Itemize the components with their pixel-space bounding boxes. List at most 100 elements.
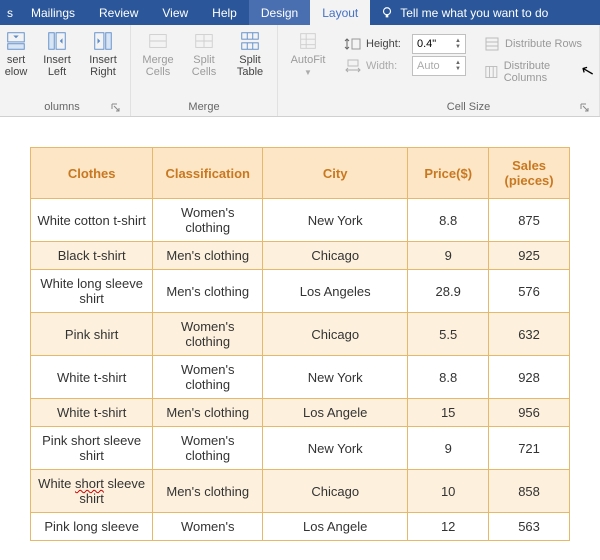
table-cell[interactable]: 632 [489,313,570,356]
tab-review[interactable]: Review [87,0,150,25]
table-cell[interactable]: 563 [489,513,570,541]
table-cell[interactable]: Women's [153,513,263,541]
table-row[interactable]: White short sleeve shirtMen's clothingCh… [31,470,570,513]
table-cell[interactable]: 956 [489,399,570,427]
table-cell[interactable]: 28.9 [408,270,489,313]
table-cell[interactable]: Chicago [263,470,408,513]
table-row[interactable]: White cotton t-shirtWomen's clothingNew … [31,199,570,242]
group-merge: MergeCells SplitCells SplitTable Merge [131,25,278,116]
document-area: Clothes Classification City Price($) Sal… [0,117,600,541]
table-cell[interactable]: Men's clothing [153,270,263,313]
table-cell[interactable]: New York [263,199,408,242]
table-cell[interactable]: Men's clothing [153,399,263,427]
table-cell[interactable]: 576 [489,270,570,313]
tell-me-label: Tell me what you want to do [400,6,548,20]
table-cell[interactable]: 858 [489,470,570,513]
table-cell[interactable]: Chicago [263,313,408,356]
distribute-rows-button[interactable]: Distribute Rows [480,34,593,54]
table-cell[interactable]: New York [263,427,408,470]
table-cell[interactable]: Black t-shirt [31,242,153,270]
table-cell[interactable]: Men's clothing [153,242,263,270]
table-cell[interactable]: 10 [408,470,489,513]
table-cell[interactable]: Pink shirt [31,313,153,356]
col-clothes[interactable]: Clothes [31,148,153,199]
table-cell[interactable]: 15 [408,399,489,427]
table-cell[interactable]: Los Angeles [263,270,408,313]
table-cell[interactable]: Pink short sleeve shirt [31,427,153,470]
tab-layout[interactable]: Layout [310,0,370,25]
distribute-columns-button[interactable]: Distribute Columns [480,58,593,86]
chevron-down-icon: ▼ [304,68,312,77]
col-city[interactable]: City [263,148,408,199]
table-cell[interactable]: New York [263,356,408,399]
table-cell[interactable]: Women's clothing [153,313,263,356]
table-cell[interactable]: White short sleeve shirt [31,470,153,513]
table-cell[interactable]: White long sleeve shirt [31,270,153,313]
table-cell[interactable]: 721 [489,427,570,470]
group-label-merge: Merge [137,99,271,116]
table-cell[interactable]: Women's clothing [153,356,263,399]
insert-right-button[interactable]: InsertRight [82,28,124,80]
table-cell[interactable]: Los Angele [263,399,408,427]
table-cell[interactable]: Pink long sleeve [31,513,153,541]
table-cell[interactable]: Los Angele [263,513,408,541]
table-cell[interactable]: Women's clothing [153,199,263,242]
table-cell[interactable]: 12 [408,513,489,541]
table-row[interactable]: White long sleeve shirtMen's clothingLos… [31,270,570,313]
table-row[interactable]: Pink shirtWomen's clothingChicago5.5632 [31,313,570,356]
height-row: Height: 0.4"▲▼ [344,34,466,54]
table-row[interactable]: Black t-shirtMen's clothingChicago9925 [31,242,570,270]
tab-mailings[interactable]: Mailings [19,0,87,25]
table-cell[interactable]: Men's clothing [153,470,263,513]
table-cell[interactable]: 9 [408,427,489,470]
tab-design[interactable]: Design [249,0,310,25]
table-row[interactable]: White t-shirtWomen's clothingNew York8.8… [31,356,570,399]
width-label: Width: [366,60,408,72]
group-cell-size: Height: 0.4"▲▼ Width: Auto▲▼ Distribute … [338,25,600,116]
split-table-button[interactable]: SplitTable [229,28,271,80]
group-rows-columns: sertelow InsertLeft InsertRight olumns [0,25,131,116]
height-icon [344,37,362,51]
width-row: Width: Auto▲▼ [344,56,466,76]
insert-left-button[interactable]: InsertLeft [36,28,78,80]
table-cell[interactable]: 875 [489,199,570,242]
table-row[interactable]: Pink short sleeve shirtWomen's clothingN… [31,427,570,470]
col-classification[interactable]: Classification [153,148,263,199]
tell-me-search[interactable]: Tell me what you want to do [370,0,558,25]
insert-below-button[interactable]: sertelow [0,28,32,80]
table-cell[interactable]: Women's clothing [153,427,263,470]
table-cell[interactable]: 925 [489,242,570,270]
insert-below-icon [5,30,27,52]
width-icon [344,59,362,73]
col-price[interactable]: Price($) [408,148,489,199]
table-cell[interactable]: 8.8 [408,199,489,242]
group-label-columns: olumns [0,99,124,116]
height-input[interactable]: 0.4"▲▼ [412,34,466,54]
dialog-launcher-icon[interactable] [579,102,591,114]
tab-partial[interactable]: s [6,0,19,25]
spinner-icon[interactable]: ▲▼ [455,60,461,72]
col-sales[interactable]: Sales (pieces) [489,148,570,199]
table-cell[interactable]: 5.5 [408,313,489,356]
group-autofit: AutoFit▼ [278,25,338,116]
dialog-launcher-icon[interactable] [110,102,122,114]
merge-cells-button: MergeCells [137,28,179,80]
distribute-columns-icon [484,64,499,80]
spinner-icon[interactable]: ▲▼ [455,38,461,50]
table-cell[interactable]: 8.8 [408,356,489,399]
table-cell[interactable]: Chicago [263,242,408,270]
table-row[interactable]: Pink long sleeveWomen'sLos Angele12563 [31,513,570,541]
tab-help[interactable]: Help [200,0,249,25]
table-row[interactable]: White t-shirtMen's clothingLos Angele159… [31,399,570,427]
table-cell[interactable]: 9 [408,242,489,270]
width-input[interactable]: Auto▲▼ [412,56,466,76]
table-cell[interactable]: White t-shirt [31,356,153,399]
table-cell[interactable]: White cotton t-shirt [31,199,153,242]
split-cells-icon [193,30,215,52]
tab-view[interactable]: View [150,0,200,25]
table-cell[interactable]: White t-shirt [31,399,153,427]
table-cell[interactable]: 928 [489,356,570,399]
data-table[interactable]: Clothes Classification City Price($) Sal… [30,147,570,541]
split-table-icon [239,30,261,52]
table-header-row: Clothes Classification City Price($) Sal… [31,148,570,199]
